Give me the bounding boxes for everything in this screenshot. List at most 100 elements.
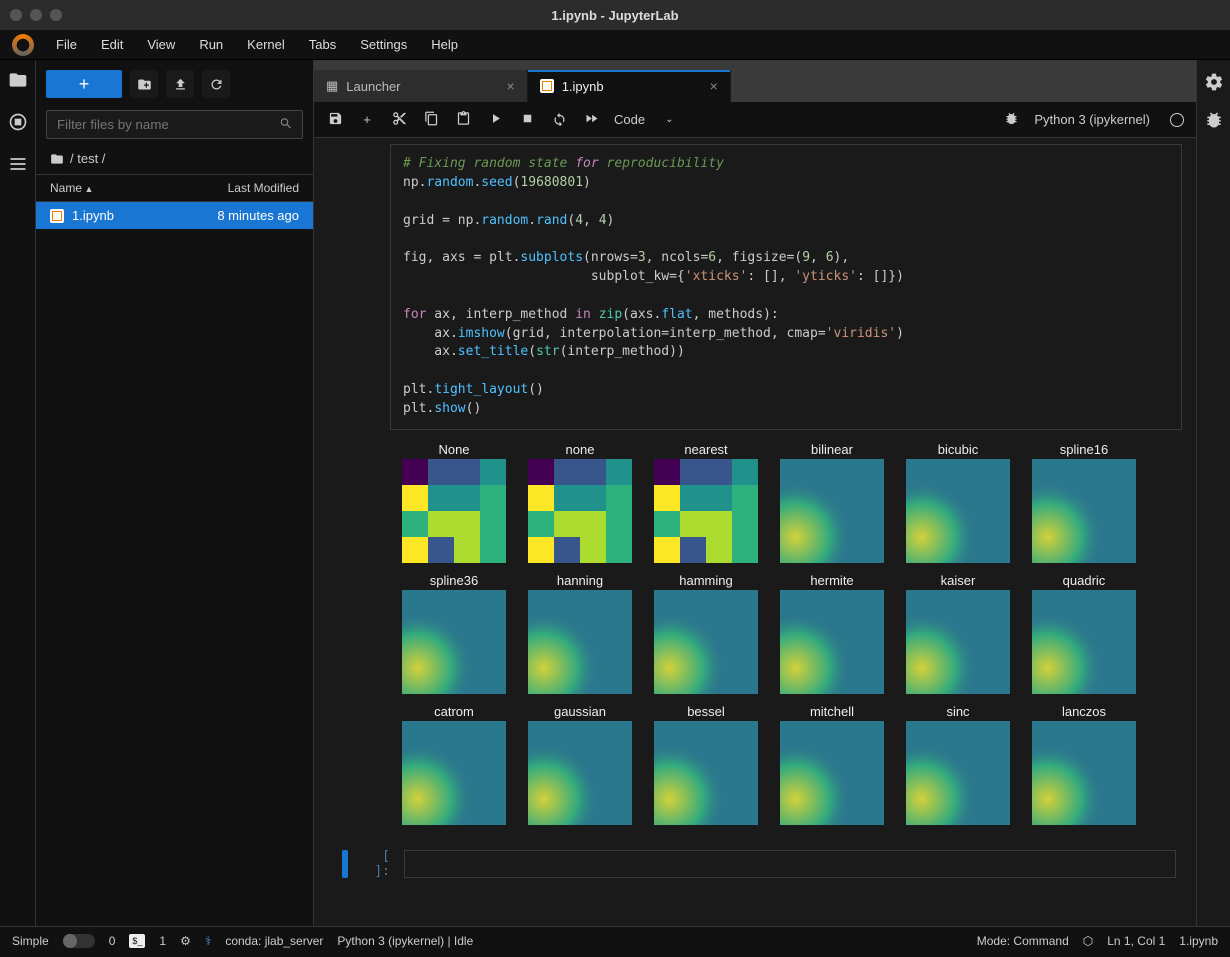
restart-run-all-icon[interactable] (582, 111, 600, 129)
subplot: None (394, 442, 514, 563)
new-folder-icon[interactable] (130, 70, 158, 98)
copy-icon[interactable] (422, 111, 440, 129)
kernel-status-icon[interactable] (1170, 113, 1184, 127)
new-launcher-button[interactable]: + (46, 70, 122, 98)
subplot: bessel (646, 704, 766, 825)
upload-icon[interactable] (166, 70, 194, 98)
document-name: 1.ipynb (1179, 934, 1218, 948)
count-b: 1 (159, 934, 166, 948)
file-name: 1.ipynb (72, 208, 114, 223)
cut-icon[interactable] (390, 111, 408, 129)
subplot-title: nearest (684, 442, 727, 457)
terminal-icon[interactable]: $_ (129, 934, 145, 948)
menu-run[interactable]: Run (189, 33, 233, 56)
subplot: hermite (772, 573, 892, 694)
maximize-window-icon[interactable] (50, 9, 62, 21)
notebook-icon (540, 79, 554, 93)
tab-launcher[interactable]: ▦ Launcher × (314, 70, 528, 102)
file-browser: + / test / Name Last Modified 1.ipynb 8 … (36, 60, 314, 926)
save-icon[interactable] (326, 111, 344, 129)
subplot: catrom (394, 704, 514, 825)
trusted-icon[interactable]: ⬡ (1083, 934, 1093, 948)
subplot-title: None (438, 442, 469, 457)
subplot-title: gaussian (554, 704, 606, 719)
minimize-window-icon[interactable] (30, 9, 42, 21)
add-cell-icon[interactable]: + (358, 112, 376, 127)
simple-mode-toggle[interactable] (63, 934, 95, 948)
tab-notebook[interactable]: 1.ipynb × (528, 70, 731, 102)
empty-cell[interactable]: [ ]: (342, 849, 1182, 879)
subplot: hanning (520, 573, 640, 694)
folder-icon (50, 152, 64, 166)
simple-label: Simple (12, 934, 49, 948)
window-titlebar: 1.ipynb - JupyterLab (0, 0, 1230, 30)
status-bar: Simple 0 $_ 1 ⚙ ⚕ conda: jlab_server Pyt… (0, 926, 1230, 954)
subplot-title: spline36 (430, 573, 478, 588)
kernel-status[interactable]: Python 3 (ipykernel) | Idle (337, 934, 473, 948)
close-icon[interactable]: × (710, 78, 718, 94)
running-icon[interactable] (8, 112, 28, 132)
main-content: ▦ Launcher × 1.ipynb × + Code (314, 60, 1196, 926)
bug-icon[interactable] (1002, 111, 1020, 129)
settings-status-icon[interactable]: ⚙ (180, 934, 191, 948)
subplot: quadric (1024, 573, 1144, 694)
column-name[interactable]: Name (50, 181, 93, 195)
jupyter-logo-icon[interactable] (12, 34, 34, 56)
close-window-icon[interactable] (10, 9, 22, 21)
notebook-area[interactable]: # Fixing random state for reproducibilit… (314, 138, 1196, 926)
breadcrumb-path: / test / (70, 151, 105, 166)
menu-tabs[interactable]: Tabs (299, 33, 346, 56)
window-title: 1.ipynb - JupyterLab (551, 8, 678, 23)
run-icon[interactable] (486, 111, 504, 129)
file-row[interactable]: 1.ipynb 8 minutes ago (36, 202, 313, 229)
file-list-header[interactable]: Name Last Modified (36, 174, 313, 202)
subplot-title: catrom (434, 704, 474, 719)
subplot: kaiser (898, 573, 1018, 694)
subplot-title: lanczos (1062, 704, 1106, 719)
subplot: none (520, 442, 640, 563)
menu-settings[interactable]: Settings (350, 33, 417, 56)
paste-icon[interactable] (454, 111, 472, 129)
subplot-title: none (566, 442, 595, 457)
subplot: sinc (898, 704, 1018, 825)
empty-code-input[interactable] (404, 850, 1176, 878)
file-modified: 8 minutes ago (217, 208, 299, 223)
menu-file[interactable]: File (46, 33, 87, 56)
subplot: lanczos (1024, 704, 1144, 825)
subplot: mitchell (772, 704, 892, 825)
stop-icon[interactable] (518, 111, 536, 129)
cell-output: None none nearest bilinear bicubic spline16… (390, 430, 1182, 837)
menubar: FileEditViewRunKernelTabsSettingsHelp (0, 30, 1230, 60)
refresh-icon[interactable] (202, 70, 230, 98)
debugger-icon[interactable] (1204, 110, 1224, 130)
folder-icon[interactable] (8, 70, 28, 90)
subplot-title: bessel (687, 704, 725, 719)
left-activity-bar (0, 60, 36, 926)
subplot-title: hermite (810, 573, 853, 588)
notebook-icon (50, 209, 64, 223)
conda-env[interactable]: conda: jlab_server (225, 934, 323, 948)
subplot: bilinear (772, 442, 892, 563)
menu-edit[interactable]: Edit (91, 33, 133, 56)
property-inspector-icon[interactable] (1204, 72, 1224, 92)
breadcrumb[interactable]: / test / (36, 147, 313, 174)
code-cell[interactable]: # Fixing random state for reproducibilit… (390, 144, 1182, 837)
cell-selected-indicator (342, 850, 348, 878)
close-icon[interactable]: × (507, 78, 515, 94)
subplot: bicubic (898, 442, 1018, 563)
subplot-title: sinc (946, 704, 969, 719)
kernel-name[interactable]: Python 3 (ipykernel) (1034, 112, 1150, 127)
restart-icon[interactable] (550, 111, 568, 129)
toc-icon[interactable] (8, 154, 28, 174)
subplot-title: spline16 (1060, 442, 1108, 457)
window-controls[interactable] (10, 9, 62, 21)
code-editor[interactable]: # Fixing random state for reproducibilit… (390, 144, 1182, 430)
right-activity-bar (1196, 60, 1230, 926)
column-modified[interactable]: Last Modified (228, 181, 299, 195)
menu-kernel[interactable]: Kernel (237, 33, 295, 56)
filter-files-input[interactable] (46, 110, 303, 139)
subplot-title: mitchell (810, 704, 854, 719)
menu-view[interactable]: View (137, 33, 185, 56)
menu-help[interactable]: Help (421, 33, 468, 56)
cell-type-select[interactable]: Code ⌄ (614, 112, 673, 127)
